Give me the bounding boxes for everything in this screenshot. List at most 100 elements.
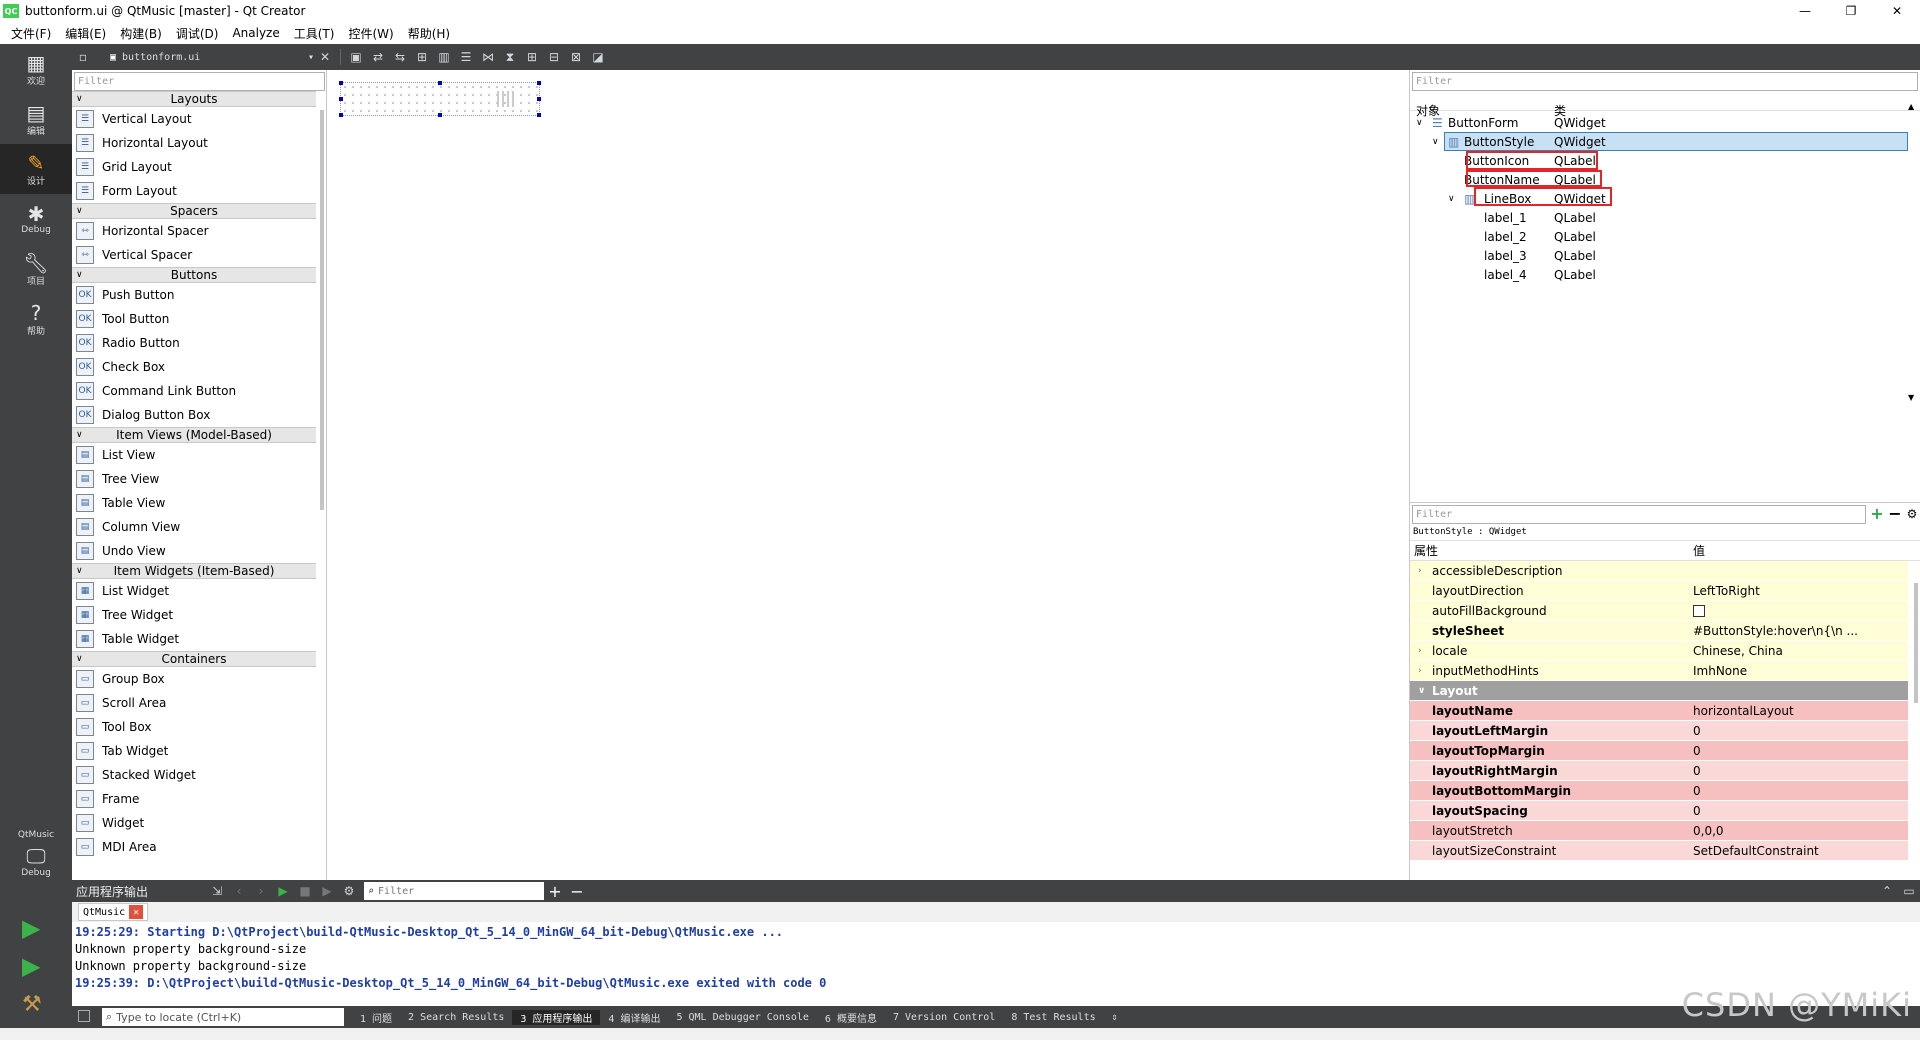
property-editor-scrollbar[interactable] <box>1914 583 1918 703</box>
object-inspector-scrollbar[interactable]: ▲ ▼ <box>1908 102 1918 402</box>
widget-item[interactable]: OK Dialog Button Box <box>72 403 326 427</box>
close-pane-icon[interactable]: ▭ <box>1900 882 1918 900</box>
mode-edit[interactable]: ▤ 编辑 <box>0 94 72 144</box>
chevron-right-icon[interactable]: › <box>1418 566 1422 576</box>
chevron-down-icon[interactable]: ∨ <box>1418 686 1425 696</box>
widget-item[interactable]: ☰ Vertical Layout <box>72 107 326 131</box>
mode-design[interactable]: ✎ 设计 <box>0 144 72 194</box>
minimize-button[interactable]: — <box>1782 0 1828 22</box>
chevron-down-icon[interactable]: ∨ <box>76 204 83 218</box>
edit-tab-order-icon[interactable]: ⊞ <box>413 48 431 66</box>
tree-row-label-3[interactable]: label_3 QLabel <box>1410 246 1920 265</box>
break-layout-icon[interactable]: ⊠ <box>567 48 585 66</box>
scroll-up-icon[interactable]: ▲ <box>1908 102 1914 111</box>
object-inspector-filter[interactable]: Filter <box>1412 72 1918 91</box>
widget-item[interactable]: ▦ Table Widget <box>72 627 326 651</box>
layout-form-icon[interactable]: ⊟ <box>545 48 563 66</box>
chevron-down-icon[interactable]: ∨ <box>1432 137 1439 147</box>
chevron-right-icon[interactable]: › <box>1418 666 1422 676</box>
output-tab-qtmusic[interactable]: QtMusic ✕ <box>78 903 149 921</box>
selection-handle[interactable] <box>339 81 343 85</box>
chevron-down-icon[interactable]: ∨ <box>76 268 83 282</box>
chevron-down-icon[interactable]: ∨ <box>1416 118 1423 128</box>
prop-layout-top-margin[interactable]: layoutTopMargin 0 <box>1410 741 1908 761</box>
widget-item[interactable]: ⇿ Horizontal Spacer <box>72 219 326 243</box>
layout-horizontal-splitter-icon[interactable]: ⋈ <box>479 48 497 66</box>
run-button[interactable]: ▶ <box>22 914 40 942</box>
prop-layout-spacing[interactable]: layoutSpacing 0 <box>1410 801 1908 821</box>
maximize-button[interactable]: ❐ <box>1828 0 1874 22</box>
selection-handle[interactable] <box>537 81 541 85</box>
widget-item[interactable]: ▭ Tab Widget <box>72 739 326 763</box>
widget-item[interactable]: ▭ Scroll Area <box>72 691 326 715</box>
rerun-icon[interactable]: ▶ <box>274 882 292 900</box>
tree-row-label-2[interactable]: label_2 QLabel <box>1410 227 1920 246</box>
tree-row-label-4[interactable]: label_4 QLabel <box>1410 265 1920 284</box>
status-tab-search-results[interactable]: 2 Search Results <box>400 1012 512 1023</box>
prop-locale[interactable]: › locale Chinese, China <box>1410 641 1908 661</box>
zoom-out-button[interactable]: − <box>568 882 586 901</box>
category-header[interactable]: ∨ Item Widgets (Item-Based) <box>72 563 316 579</box>
status-tab-version-control[interactable]: 7 Version Control <box>885 1012 1003 1023</box>
layout-grid-icon[interactable]: ⊞ <box>523 48 541 66</box>
widget-item[interactable]: ▭ Widget <box>72 811 326 835</box>
locator-input[interactable]: ⌕ Type to locate (Ctrl+K) <box>102 1008 344 1026</box>
prop-accessible-description[interactable]: › accessibleDescription <box>1410 561 1908 581</box>
widget-item[interactable]: ▦ List Widget <box>72 579 326 603</box>
tree-row-buttonform[interactable]: ∨ ☰ ButtonForm QWidget <box>1410 113 1920 132</box>
widget-item[interactable]: ⇿ Vertical Spacer <box>72 243 326 267</box>
close-document-button[interactable]: ✕ <box>316 48 334 66</box>
category-header[interactable]: ∨ Buttons <box>72 267 316 283</box>
stop-icon[interactable]: ■ <box>296 882 314 900</box>
widget-item[interactable]: ▭ Tool Box <box>72 715 326 739</box>
category-header[interactable]: ∨ Containers <box>72 651 316 667</box>
adjust-size-icon[interactable]: ◪ <box>589 48 607 66</box>
widget-box-filter[interactable]: Filter <box>74 72 325 91</box>
menu-build[interactable]: 构建(B) <box>113 25 169 42</box>
auto-fill-checkbox[interactable] <box>1693 605 1705 617</box>
category-header[interactable]: ∨ Layouts <box>72 91 316 107</box>
selection-handle[interactable] <box>339 97 343 101</box>
prop-input-method-hints[interactable]: › inputMethodHints ImhNone <box>1410 661 1908 681</box>
mode-help[interactable]: ? 帮助 <box>0 294 72 344</box>
status-tab-compile-output[interactable]: 4 编译输出 <box>600 1010 668 1025</box>
menu-file[interactable]: 文件(F) <box>4 25 58 42</box>
prop-layout-left-margin[interactable]: layoutLeftMargin 0 <box>1410 721 1908 741</box>
status-tab-qml-debugger-console[interactable]: 5 QML Debugger Console <box>668 1012 816 1023</box>
selection-handle[interactable] <box>438 81 442 85</box>
layout-vertical-icon[interactable]: ☰ <box>457 48 475 66</box>
menu-tools[interactable]: 工具(T) <box>287 25 342 42</box>
widget-item[interactable]: ☰ Form Layout <box>72 179 326 203</box>
widget-item[interactable]: OK Command Link Button <box>72 379 326 403</box>
layout-horizontal-icon[interactable]: ▥ <box>435 48 453 66</box>
chevron-down-icon[interactable]: ∨ <box>1448 194 1455 204</box>
widget-item[interactable]: ▤ Tree View <box>72 467 326 491</box>
prop-layout-bottom-margin[interactable]: layoutBottomMargin 0 <box>1410 781 1908 801</box>
prop-layout-stretch[interactable]: layoutStretch 0,0,0 <box>1410 821 1908 841</box>
mode-welcome[interactable]: ▦ 欢迎 <box>0 44 72 94</box>
menu-help[interactable]: 帮助(H) <box>401 25 457 42</box>
edit-widgets-icon[interactable]: ▣ <box>347 48 365 66</box>
category-header[interactable]: ∨ Spacers <box>72 203 316 219</box>
property-filter[interactable]: Filter <box>1412 505 1866 524</box>
form-canvas[interactable] <box>327 70 1409 880</box>
widget-item[interactable]: OK Radio Button <box>72 331 326 355</box>
widget-item[interactable]: ▤ Undo View <box>72 539 326 563</box>
mode-debug[interactable]: ✱ Debug <box>0 194 72 244</box>
remove-dynamic-property-button[interactable]: − <box>1886 504 1904 523</box>
widget-item[interactable]: ▦ Tree Widget <box>72 603 326 627</box>
edit-signals-slots-icon[interactable]: ⇄ <box>369 48 387 66</box>
prop-auto-fill-background[interactable]: autoFillBackground <box>1410 601 1908 621</box>
status-tab-general-messages[interactable]: 6 概要信息 <box>817 1010 885 1025</box>
prop-stylesheet[interactable]: styleSheet #ButtonStyle:hover\n{\n ... <box>1410 621 1908 641</box>
widget-item[interactable]: ▤ Table View <box>72 491 326 515</box>
selection-handle[interactable] <box>339 113 343 117</box>
toggle-sidebar-icon[interactable] <box>78 1010 90 1022</box>
form-preview-button-style[interactable] <box>339 81 541 117</box>
menu-edit[interactable]: 编辑(E) <box>58 25 113 42</box>
selection-handle[interactable] <box>537 113 541 117</box>
widget-item[interactable]: OK Push Button <box>72 283 326 307</box>
widget-item[interactable]: ▭ Frame <box>72 787 326 811</box>
status-tab-test-results[interactable]: 8 Test Results <box>1003 1012 1103 1023</box>
widget-item[interactable]: OK Check Box <box>72 355 326 379</box>
